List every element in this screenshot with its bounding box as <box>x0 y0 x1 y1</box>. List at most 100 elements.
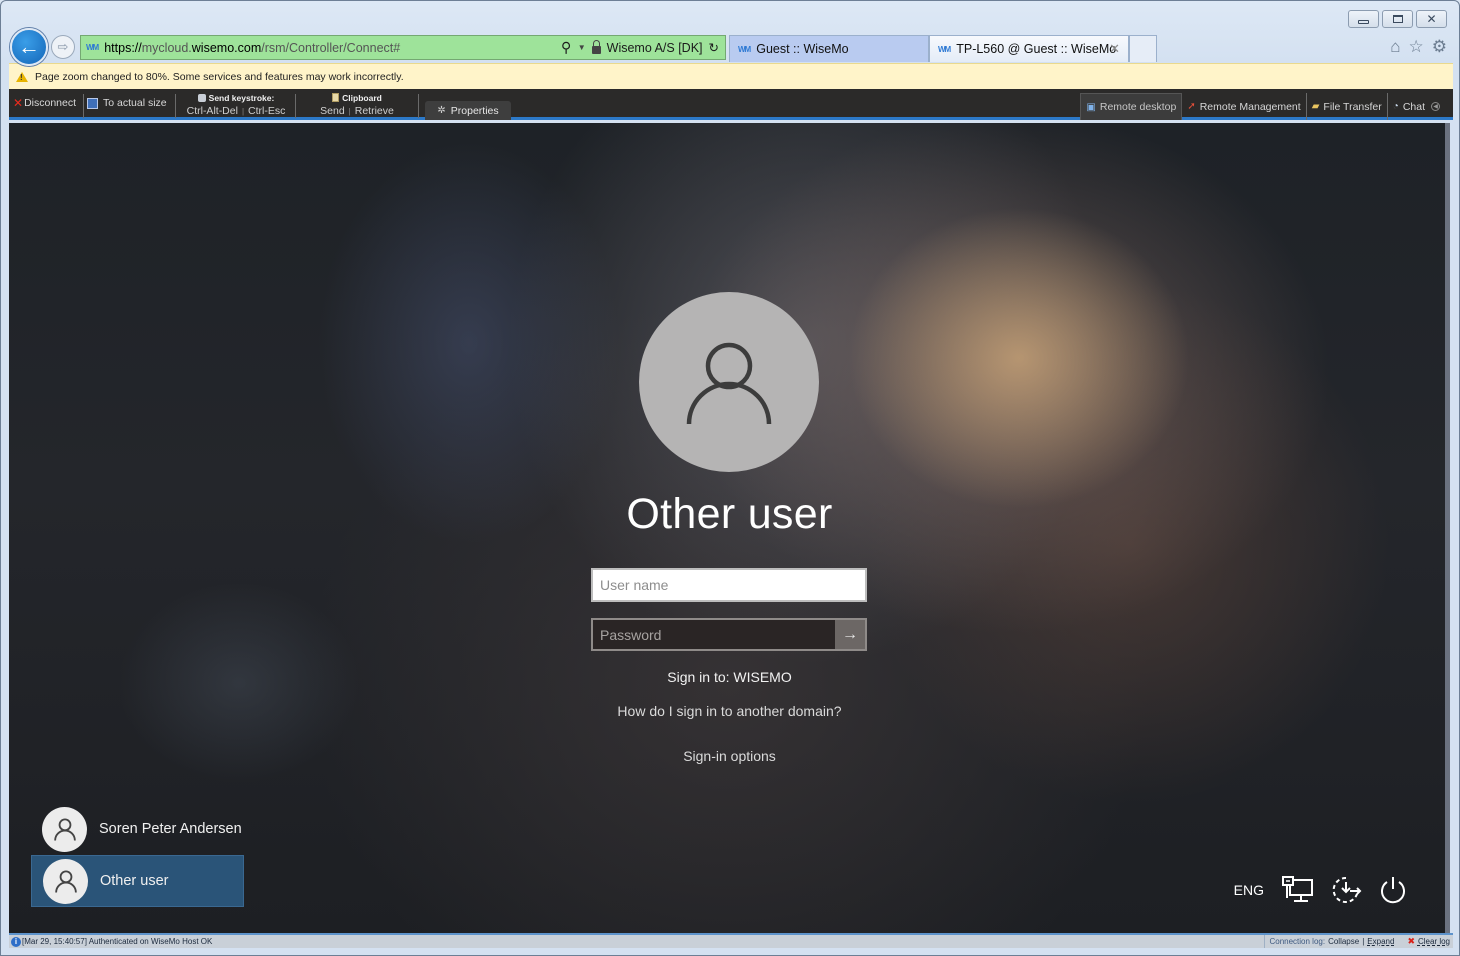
avatar <box>42 806 87 852</box>
minimize-icon <box>1358 19 1369 24</box>
actual-size-button[interactable]: To actual size <box>87 89 167 117</box>
certificate-owner[interactable]: Wisemo A/S [DK] <box>607 41 703 55</box>
tab-tp-l560[interactable]: WM TP-L560 @ Guest :: WiseMo ✕ <box>929 35 1129 62</box>
clipboard-send-button[interactable]: Send <box>320 105 345 117</box>
sign-in-options-label[interactable]: Sign-in options <box>683 748 776 764</box>
search-icon[interactable]: ⚲ <box>561 39 571 56</box>
system-tray: ENG <box>1234 875 1408 905</box>
search-dropdown-icon[interactable]: ▼ <box>578 43 586 52</box>
tab-chat[interactable]: ◔ Chat ◀ <box>1386 93 1445 120</box>
back-button[interactable]: ← <box>10 28 48 66</box>
chat-icon: ◔ <box>1392 101 1399 112</box>
submit-login-button[interactable]: → <box>835 620 865 649</box>
toolbar-divider <box>83 94 84 118</box>
sign-in-domain-text: Sign in to: WISEMO <box>667 669 792 685</box>
toolbar-divider <box>295 94 296 118</box>
site-favicon-icon: WM <box>738 44 751 54</box>
collapse-log-link[interactable]: Collapse <box>1328 937 1359 946</box>
maximize-icon <box>1392 15 1403 23</box>
collapse-panel-icon[interactable]: ◀ <box>1431 102 1440 111</box>
status-message: [Mar 29, 15:40:57] Authenticated on Wise… <box>22 937 213 946</box>
tab-label: TP-L560 @ Guest :: WiseMo <box>956 42 1117 56</box>
clipboard-icon <box>332 93 340 102</box>
user-icon <box>54 870 77 893</box>
toolbar-divider <box>175 94 176 118</box>
ctrl-alt-del-button[interactable]: Ctrl-Alt-Del <box>187 105 238 117</box>
password-input[interactable] <box>593 620 835 649</box>
back-arrow-icon: ← <box>18 34 40 59</box>
url-text[interactable]: https://mycloud.wisemo.com/rsm/Controlle… <box>104 41 400 55</box>
arrow-right-icon: → <box>842 625 858 643</box>
tab-label: Guest :: WiseMo <box>756 42 849 56</box>
connection-log-label: Connection log: <box>1269 937 1326 946</box>
tab-remote-management[interactable]: ➚ Remote Management <box>1182 93 1305 120</box>
user-silhouette-icon <box>686 342 772 425</box>
username-input[interactable] <box>591 568 867 602</box>
user-icon <box>53 818 76 841</box>
maximize-button[interactable] <box>1382 10 1413 28</box>
expand-log-link[interactable]: Expand <box>1367 937 1394 946</box>
refresh-icon[interactable]: ↻ <box>709 40 719 55</box>
tab-remote-desktop[interactable]: ▣ Remote desktop <box>1080 93 1183 120</box>
settings-gear-icon[interactable]: ⚙ <box>1432 37 1447 57</box>
clear-log-link[interactable]: Clear log <box>1418 937 1450 946</box>
close-window-button[interactable]: ✕ <box>1416 10 1447 28</box>
lock-icon[interactable] <box>591 39 601 54</box>
clipboard-retrieve-button[interactable]: Retrieve <box>355 105 394 117</box>
other-domain-help-link: How do I sign in to another domain? <box>9 703 1450 719</box>
user-list-item[interactable]: Soren Peter Andersen <box>31 803 244 855</box>
user-name: Other user <box>100 873 169 889</box>
notification-text: Page zoom changed to 80%. Some services … <box>35 70 404 83</box>
warning-icon <box>16 71 28 82</box>
separator: | <box>348 107 351 116</box>
info-icon: i <box>11 936 21 947</box>
actual-size-label: To actual size <box>103 97 167 109</box>
url-domain: wisemo.com <box>191 40 262 55</box>
user-name: Soren Peter Andersen <box>99 821 242 837</box>
user-list-item-selected[interactable]: Other user <box>31 855 244 907</box>
ease-of-access-icon[interactable] <box>1330 875 1362 905</box>
disconnect-button[interactable]: ✕ Disconnect <box>13 89 76 117</box>
window-controls: ✕ <box>1348 10 1447 28</box>
tab-label: Chat <box>1402 100 1425 113</box>
power-icon[interactable] <box>1378 875 1408 905</box>
zoom-notification-bar: Page zoom changed to 80%. Some services … <box>9 63 1453 89</box>
toolbar-divider <box>418 94 419 118</box>
new-tab-button[interactable] <box>1129 35 1157 62</box>
remote-desktop-icon: ▣ <box>1086 101 1096 113</box>
favorites-star-icon[interactable]: ☆ <box>1409 37 1424 57</box>
connection-log-controls: Connection log: Collapse | Expand ✖ Clea… <box>1264 935 1453 948</box>
avatar <box>43 858 88 904</box>
disconnect-label: Disconnect <box>24 97 77 109</box>
separator: | <box>1362 937 1365 946</box>
vertical-scrollbar[interactable] <box>1445 123 1450 933</box>
gear-icon: ✲ <box>437 105 446 116</box>
sign-in-options-link: Sign-in options <box>9 748 1450 764</box>
minimize-button[interactable] <box>1348 10 1379 28</box>
disconnect-x-icon: ✕ <box>13 96 24 110</box>
other-domain-help-label[interactable]: How do I sign in to another domain? <box>617 703 841 719</box>
properties-button[interactable]: ✲ Properties <box>425 101 511 120</box>
forward-button[interactable]: ⇨ <box>51 35 75 59</box>
network-icon[interactable] <box>1282 876 1314 904</box>
tab-label: File Transfer <box>1323 100 1382 113</box>
browser-command-icons: ⌂ ☆ ⚙ <box>1390 37 1447 57</box>
send-keystroke-group: Send keystroke: Ctrl-Alt-Del | Ctrl-Esc <box>179 92 293 118</box>
address-bar-actions: ⚲ ▼ Wisemo A/S [DK] ↻ <box>561 39 725 56</box>
tab-guest-wisemo[interactable]: WM Guest :: WiseMo <box>729 35 929 62</box>
mode-tabs: ▣ Remote desktop ➚ Remote Management ▰ F… <box>1080 93 1445 120</box>
ctrl-esc-button[interactable]: Ctrl-Esc <box>248 105 285 117</box>
login-user-title: Other user <box>626 490 833 538</box>
address-bar[interactable]: WM https://mycloud.wisemo.com/rsm/Contro… <box>80 35 726 60</box>
clear-log-icon[interactable]: ✖ <box>1407 936 1415 947</box>
home-icon[interactable]: ⌂ <box>1390 37 1400 57</box>
remote-desktop-view[interactable]: Other user → Sign in to: WISEMO How do I… <box>9 123 1450 933</box>
user-list: Soren Peter Andersen Other user <box>31 803 244 907</box>
clipboard-group: Clipboard Send | Retrieve <box>307 92 407 118</box>
tab-label: Remote Management <box>1199 100 1301 113</box>
language-indicator[interactable]: ENG <box>1234 882 1264 898</box>
close-tab-icon[interactable]: ✕ <box>1109 41 1120 57</box>
send-keystroke-header: Send keystroke: <box>208 93 275 103</box>
tab-file-transfer[interactable]: ▰ File Transfer <box>1305 93 1387 120</box>
actual-size-icon <box>87 97 98 109</box>
